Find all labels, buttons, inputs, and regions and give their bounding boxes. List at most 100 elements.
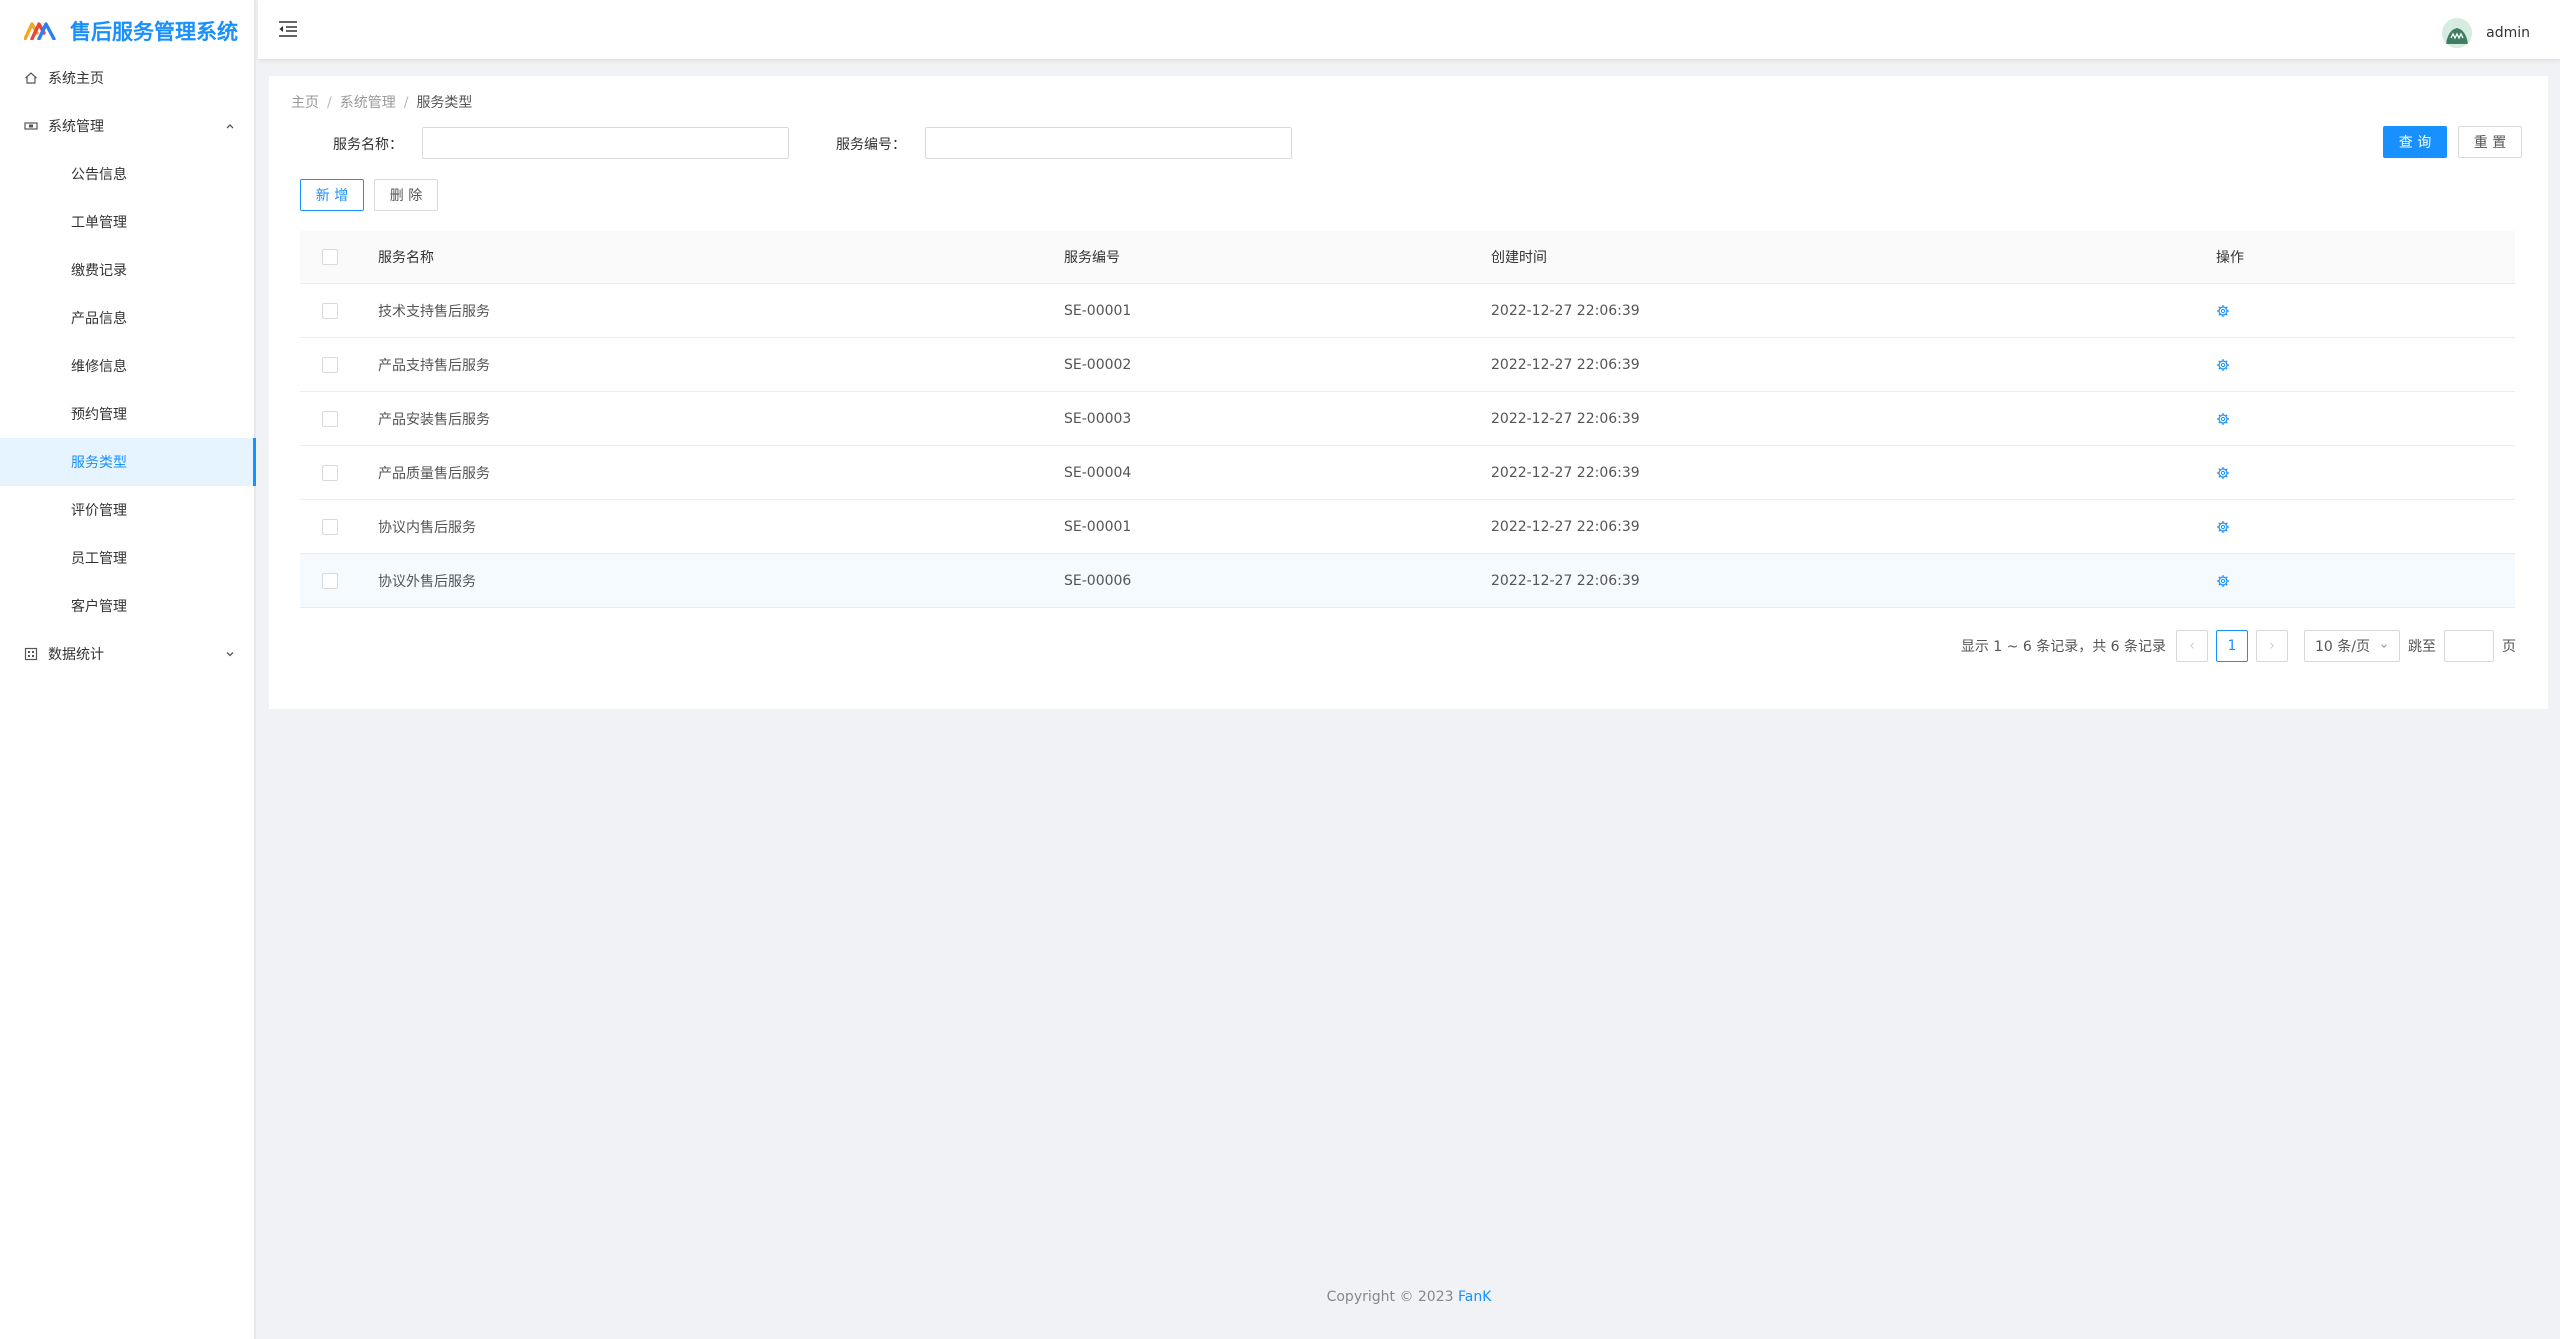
page-size-value: 10 条/页 [2315,639,2370,655]
delete-button[interactable]: 删 除 [374,179,438,211]
table-row: 产品安装售后服务 SE-00003 2022-12-27 22:06:39 [300,392,2515,446]
cell-service-name: 产品支持售后服务 [378,357,490,374]
sidebar-item-notice[interactable]: 公告信息 [0,150,254,198]
row-checkbox[interactable] [322,518,338,535]
service-code-label: 服务编号： [836,137,906,153]
sidebar-item-label: 数据统计 [48,647,104,663]
copyright-text: Copyright © 2023 [1326,1289,1458,1305]
cell-service-name: 技术支持售后服务 [378,303,490,320]
table-header-row: 服务名称 服务编号 创建时间 操作 [300,231,2515,284]
sidebar-item-statistics[interactable]: 数据统计 [0,630,254,678]
chart-icon [24,647,38,661]
menu-fold-icon[interactable] [278,20,298,38]
column-header-time: 创建时间 [1491,250,1547,266]
jump-page-input[interactable] [2444,630,2494,662]
breadcrumb-separator: / [403,95,409,111]
sidebar-item-payment[interactable]: 缴费记录 [0,246,254,294]
cell-created-time: 2022-12-27 22:06:39 [1491,572,1640,589]
footer: Copyright © 2023 FanK [258,1289,2560,1305]
query-button[interactable]: 查 询 [2383,126,2447,158]
service-name-input[interactable] [422,127,789,159]
jump-label: 跳至 [2408,639,2436,655]
settings-icon [24,122,38,130]
pagination: 显示 1 ~ 6 条记录，共 6 条记录 ‹ 1 › 10 条/页 跳至 页 [1961,630,2516,662]
page-1-button[interactable]: 1 [2216,630,2248,662]
cell-service-code: SE-00002 [1064,356,1132,373]
cell-created-time: 2022-12-27 22:06:39 [1491,356,1640,373]
cell-service-name: 协议外售后服务 [378,573,476,590]
sidebar-item-system[interactable]: 系统管理 [0,102,254,150]
logo-icon [24,22,56,40]
select-all-checkbox[interactable] [322,249,338,265]
chevron-down-icon [226,652,234,657]
sidebar-item-home[interactable]: 系统主页 [0,54,254,102]
user-menu[interactable]: admin [2442,18,2530,48]
gear-icon[interactable] [2216,466,2230,480]
sidebar-item-workorder[interactable]: 工单管理 [0,198,254,246]
cell-service-code: SE-00004 [1064,464,1132,481]
sidebar-item-label: 维修信息 [71,359,127,375]
gear-icon[interactable] [2216,304,2230,318]
jump-unit: 页 [2502,639,2516,655]
cell-created-time: 2022-12-27 22:06:39 [1491,464,1640,481]
sidebar-item-label: 系统管理 [48,119,104,135]
sidebar-item-label: 工单管理 [71,215,127,231]
row-checkbox[interactable] [322,356,338,373]
app-title: 售后服务管理系统 [70,20,238,44]
gear-icon[interactable] [2216,412,2230,426]
next-page-button[interactable]: › [2256,630,2288,662]
row-checkbox[interactable] [322,572,338,589]
sidebar-item-appointment[interactable]: 预约管理 [0,390,254,438]
breadcrumb: 主页 / 系统管理 / 服务类型 [291,92,472,112]
sidebar-item-label: 系统主页 [48,71,104,87]
pagination-summary: 显示 1 ~ 6 条记录，共 6 条记录 [1960,639,2166,655]
sidebar-item-staff[interactable]: 员工管理 [0,534,254,582]
column-header-name: 服务名称 [378,250,434,266]
column-header-actions: 操作 [2216,250,2244,266]
sidebar-item-label: 客户管理 [71,599,127,615]
username: admin [2486,25,2530,41]
service-code-input[interactable] [925,127,1292,159]
service-name-label: 服务名称： [333,137,403,153]
table-row: 产品支持售后服务 SE-00002 2022-12-27 22:06:39 [300,338,2515,392]
cell-created-time: 2022-12-27 22:06:39 [1491,518,1640,535]
sidebar-item-review[interactable]: 评价管理 [0,486,254,534]
cell-service-code: SE-00006 [1064,572,1132,589]
row-checkbox[interactable] [322,302,338,319]
cell-service-code: SE-00003 [1064,410,1132,427]
sidebar: 售后服务管理系统 系统主页 系统管理 公告信息 工单管理 缴费记录 产品信息 维… [0,0,256,1339]
cell-service-name: 产品质量售后服务 [378,465,490,482]
top-header: admin [258,0,2560,60]
sidebar-item-product[interactable]: 产品信息 [0,294,254,342]
table-row: 产品质量售后服务 SE-00004 2022-12-27 22:06:39 [300,446,2515,500]
sidebar-item-label: 服务类型 [71,455,127,471]
gear-icon[interactable] [2216,520,2230,534]
cell-service-name: 产品安装售后服务 [378,411,490,428]
row-checkbox[interactable] [322,464,338,481]
page-size-select[interactable]: 10 条/页 [2304,630,2400,662]
logo[interactable]: 售后服务管理系统 [0,0,254,62]
gear-icon[interactable] [2216,358,2230,372]
sidebar-item-label: 预约管理 [71,407,127,423]
cell-service-name: 协议内售后服务 [378,519,476,536]
sidebar-item-customer[interactable]: 客户管理 [0,582,254,630]
breadcrumb-home[interactable]: 主页 [291,95,319,111]
sidebar-item-repair[interactable]: 维修信息 [0,342,254,390]
breadcrumb-current: 服务类型 [416,95,473,111]
sidebar-item-label: 评价管理 [71,503,127,519]
sidebar-item-service-type[interactable]: 服务类型 [0,438,256,486]
gear-icon[interactable] [2216,574,2230,588]
add-button[interactable]: 新 增 [300,179,364,211]
author-link[interactable]: FanK [1458,1289,1491,1305]
sidebar-item-label: 产品信息 [71,311,127,327]
prev-page-button[interactable]: ‹ [2176,630,2208,662]
sidebar-item-label: 公告信息 [71,167,127,183]
sidebar-item-label: 员工管理 [71,551,127,567]
sidebar-item-label: 缴费记录 [71,263,127,279]
table-row: 协议外售后服务 SE-00006 2022-12-27 22:06:39 [300,554,2515,608]
reset-button[interactable]: 重 置 [2458,126,2522,158]
row-checkbox[interactable] [322,410,338,427]
cell-created-time: 2022-12-27 22:06:39 [1491,410,1640,427]
avatar [2442,18,2473,48]
breadcrumb-system[interactable]: 系统管理 [340,95,396,111]
